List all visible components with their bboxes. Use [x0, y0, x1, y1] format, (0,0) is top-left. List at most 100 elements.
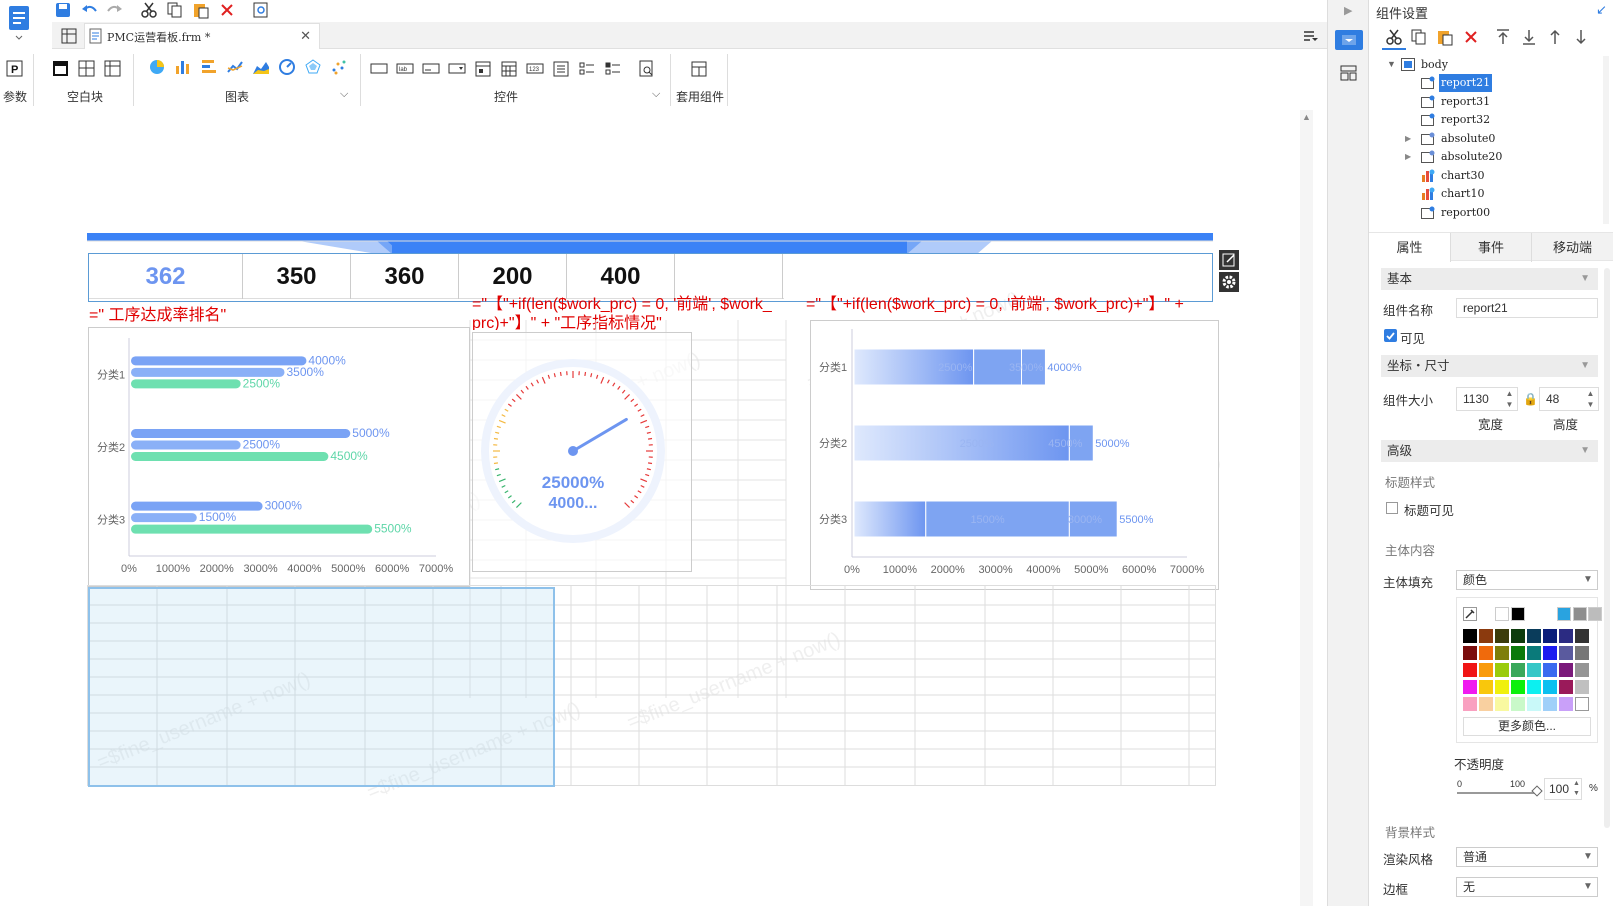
panel-toggle-icon[interactable]: [1302, 28, 1318, 44]
app-menu-button[interactable]: [6, 4, 32, 42]
color-swatch[interactable]: [1559, 646, 1573, 660]
preview-icon[interactable]: [252, 1, 270, 19]
title-visible-checkbox[interactable]: [1386, 502, 1398, 514]
component-name-field[interactable]: report21: [1456, 298, 1598, 318]
color-swatch[interactable]: [1463, 663, 1477, 677]
tree-node-report32[interactable]: report32: [1421, 111, 1571, 129]
color-swatch[interactable]: [1511, 697, 1525, 711]
opacity-slider[interactable]: [1457, 792, 1537, 794]
cut-icon[interactable]: [1385, 28, 1403, 46]
height-stepper-arrows[interactable]: ▲ ▼: [1583, 388, 1598, 410]
color-swatch[interactable]: [1527, 680, 1541, 694]
split-block-icon[interactable]: [78, 60, 96, 78]
color-swatch[interactable]: [1511, 629, 1525, 643]
color-swatch[interactable]: [1572, 607, 1587, 621]
color-swatch[interactable]: [1463, 646, 1477, 660]
color-swatch[interactable]: [1559, 629, 1573, 643]
body-fill-select[interactable]: 颜色 ▼: [1456, 570, 1598, 590]
hbar-chart-icon[interactable]: [200, 58, 218, 76]
query-control-icon[interactable]: [638, 60, 656, 78]
move-bottom-icon[interactable]: [1520, 28, 1538, 46]
more-colors-button[interactable]: 更多颜色...: [1463, 717, 1591, 736]
color-swatch[interactable]: [1463, 680, 1477, 694]
color-swatch[interactable]: [1559, 680, 1573, 694]
bar-chart-icon[interactable]: [174, 58, 192, 76]
line-chart-icon[interactable]: [226, 58, 244, 76]
section-basic[interactable]: 基本 ▼: [1381, 268, 1598, 290]
color-swatch[interactable]: [1479, 680, 1493, 694]
scatter-chart-icon[interactable]: [330, 58, 348, 76]
color-swatch[interactable]: [1588, 607, 1602, 621]
color-swatch[interactable]: [1479, 697, 1493, 711]
color-swatch[interactable]: [1495, 646, 1509, 660]
copy-icon[interactable]: [1410, 28, 1428, 46]
section-coords[interactable]: 坐标・尺寸 ▼: [1381, 355, 1598, 377]
tree-node-report31[interactable]: report31: [1421, 93, 1571, 111]
control-expand-icon[interactable]: ⌵: [652, 88, 660, 101]
color-swatch[interactable]: [1575, 663, 1589, 677]
color-swatch[interactable]: [1495, 680, 1509, 694]
color-swatch[interactable]: [1463, 629, 1477, 643]
move-down-icon[interactable]: [1572, 28, 1590, 46]
template-component-icon[interactable]: [690, 60, 708, 78]
color-swatch[interactable]: [1463, 697, 1477, 711]
number-control-icon[interactable]: 123: [526, 60, 544, 78]
design-canvas[interactable]: =$fine_username + now() =$fine_username …: [0, 110, 1313, 906]
tab-properties[interactable]: 属性: [1369, 233, 1450, 262]
tree-scrollbar[interactable]: [1603, 56, 1609, 224]
copy-icon[interactable]: [166, 1, 184, 19]
date-control-icon[interactable]: [474, 60, 492, 78]
move-up-icon[interactable]: [1546, 28, 1564, 46]
color-swatch[interactable]: [1479, 663, 1493, 677]
save-icon[interactable]: [54, 1, 72, 19]
section-advanced[interactable]: 高级 ▼: [1381, 440, 1598, 462]
undo-icon[interactable]: [80, 1, 98, 19]
chart-right[interactable]: 分类1 2500% 3500% 4000% 分类2 2500% 4500% 5000% 分类3 1…: [810, 320, 1219, 590]
tab-events[interactable]: 事件: [1450, 233, 1531, 262]
cut-icon[interactable]: [140, 1, 158, 19]
scroll-up-icon[interactable]: ▲: [1302, 112, 1311, 122]
color-swatch[interactable]: [1495, 697, 1509, 711]
redo-icon[interactable]: [106, 1, 124, 19]
color-swatch[interactable]: [1575, 629, 1589, 643]
pin-icon[interactable]: ↙: [1596, 2, 1607, 18]
color-swatch[interactable]: [1559, 697, 1573, 711]
tree-node-absolute0[interactable]: ▶ absolute0: [1405, 130, 1571, 148]
tree-node-report00[interactable]: report00: [1421, 204, 1571, 222]
canvas-scrollbar[interactable]: ▲: [1300, 110, 1313, 906]
color-swatch[interactable]: [1495, 663, 1509, 677]
tree-node-chart30[interactable]: chart30: [1421, 167, 1571, 185]
edit-component-button[interactable]: [1219, 250, 1239, 270]
delete-icon[interactable]: [1462, 28, 1480, 46]
radar-chart-icon[interactable]: [304, 58, 322, 76]
radio-group-icon[interactable]: [604, 60, 622, 78]
collapse-arrow-icon[interactable]: ▶: [1344, 4, 1352, 17]
selected-report-block[interactable]: [88, 587, 555, 787]
component-settings-tab[interactable]: [1335, 30, 1363, 50]
paste-icon[interactable]: [1436, 28, 1454, 46]
color-swatch[interactable]: [1511, 646, 1525, 660]
tree-node-absolute20[interactable]: ▶ absolute20: [1405, 148, 1571, 166]
grid-view-icon[interactable]: [60, 27, 78, 45]
calendar-control-icon[interactable]: [500, 60, 518, 78]
tree-expand-icon[interactable]: ▶: [1405, 148, 1411, 166]
tree-node-chart10[interactable]: chart10: [1421, 185, 1571, 203]
opacity-stepper-arrows[interactable]: ▲ ▼: [1573, 779, 1583, 799]
text-control-icon[interactable]: [422, 60, 440, 78]
color-swatch[interactable]: [1479, 629, 1493, 643]
gauge-chart-icon[interactable]: [278, 58, 296, 76]
color-swatch[interactable]: [1527, 663, 1541, 677]
combo-control-icon[interactable]: [448, 60, 466, 78]
file-tab[interactable]: PMC运营看板.frm * ✕: [84, 23, 320, 49]
border-select[interactable]: 无 ▼: [1456, 877, 1598, 897]
paste-icon[interactable]: [192, 1, 210, 19]
area-chart-icon[interactable]: [252, 58, 270, 76]
tree-node-body[interactable]: body: [1401, 56, 1521, 74]
tab-mobile[interactable]: 移动端: [1531, 233, 1613, 262]
width-stepper-arrows[interactable]: ▲ ▼: [1502, 388, 1517, 410]
pie-chart-icon[interactable]: [148, 58, 166, 76]
render-style-select[interactable]: 普通 ▼: [1456, 847, 1598, 867]
checkbox-group-icon[interactable]: [578, 60, 596, 78]
color-swatch[interactable]: [1575, 680, 1589, 694]
layout-panel-icon[interactable]: [1340, 64, 1358, 82]
